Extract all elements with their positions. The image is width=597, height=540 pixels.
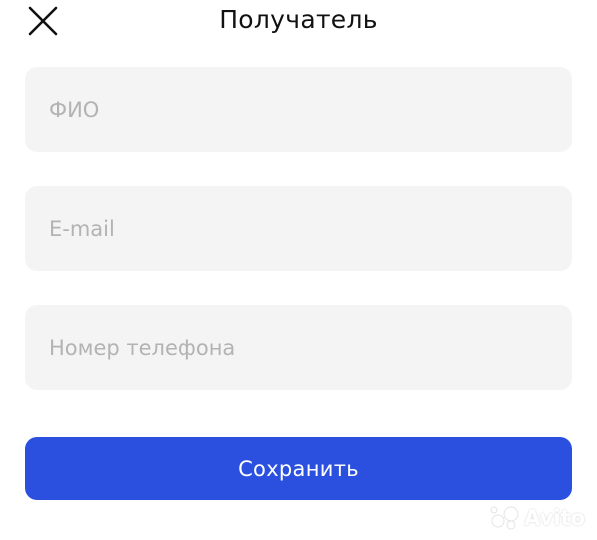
avito-watermark: Avito xyxy=(490,506,585,530)
email-input[interactable] xyxy=(25,186,572,271)
watermark-text: Avito xyxy=(524,506,585,530)
page-title: Получатель xyxy=(219,5,378,34)
full-name-input[interactable] xyxy=(25,67,572,152)
phone-input[interactable] xyxy=(25,305,572,390)
save-button[interactable]: Сохранить xyxy=(25,437,572,500)
avito-logo-icon xyxy=(490,506,519,530)
